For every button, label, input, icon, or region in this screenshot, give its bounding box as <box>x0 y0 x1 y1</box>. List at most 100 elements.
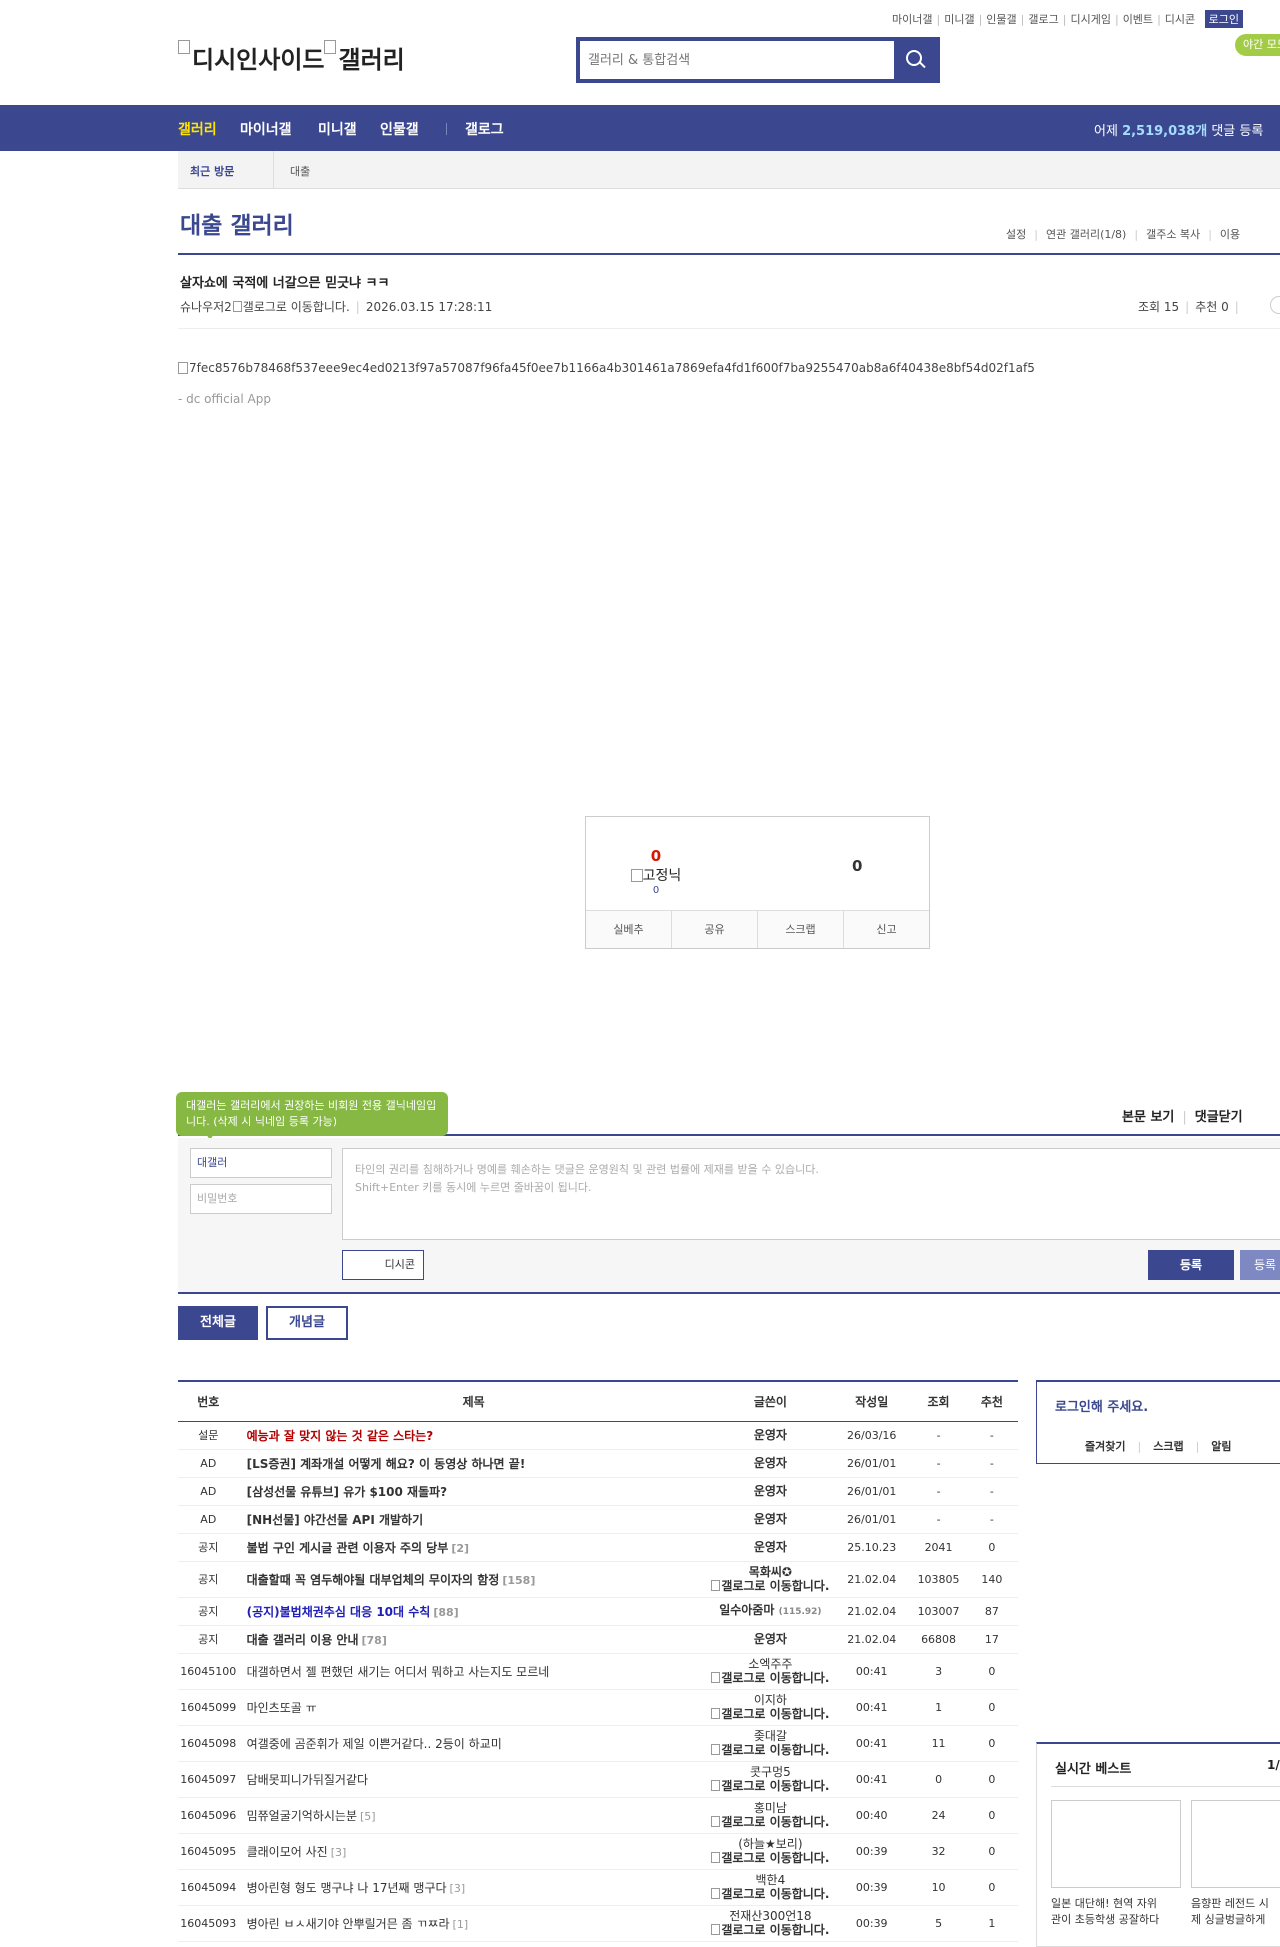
gallery-usage[interactable]: 이용 <box>1220 228 1240 241</box>
table-row[interactable]: 공지 대출할때 꼭 염두해야될 대부업체의 무이자의 함정 [158] 목화씨✪ 갤로그… <box>178 1561 1018 1598</box>
nav-person[interactable]: 인물갤 <box>380 119 419 139</box>
writer-gallog-link[interactable]: 갤로그로 이동합니다. <box>709 1815 832 1829</box>
recommend-down-count[interactable]: 0 <box>852 857 862 875</box>
table-row[interactable]: 16045095 클래이모어 사진 [3] (하늘★보리) 갤로그로 이동합니다. 00:… <box>178 1833 1018 1870</box>
row-reply-count[interactable]: [2] <box>451 1542 469 1555</box>
row-subject[interactable]: [NH선물] 야간선물 API 개발하기 <box>238 1505 709 1534</box>
row-subject-text[interactable]: (공지)불법채권추심 대응 10대 수칙 <box>247 1605 431 1619</box>
row-subject-text[interactable]: 담배못피니가뒤질거같다 <box>247 1773 368 1787</box>
writer-nick[interactable]: 운영자 <box>754 1632 787 1646</box>
recent-visit-link[interactable]: 대출 <box>290 163 310 179</box>
nav-mini[interactable]: 미니갤 <box>318 119 357 139</box>
writer-gallog-link[interactable]: 갤로그로 이동합니다. <box>709 1923 832 1937</box>
writer-nick[interactable]: 백한4 <box>756 1873 786 1887</box>
writer-nick[interactable]: (하늘★보리) <box>738 1837 802 1851</box>
writer-gallog-link[interactable]: 갤로그로 이동합니다. <box>709 1707 832 1721</box>
nickname-field[interactable]: 대갤러 <box>190 1148 332 1178</box>
table-row[interactable]: 공지 (공지)불법채권추심 대응 10대 수칙 [88] 일수아줌마 (115.92)… <box>178 1597 1018 1626</box>
best-thumbnail[interactable] <box>1191 1800 1280 1888</box>
util-link-mini[interactable]: 미니갤 <box>944 13 974 26</box>
close-comments-link[interactable]: 댓글닫기 <box>1195 1110 1243 1125</box>
writer-nick[interactable]: 전재산300언18 <box>729 1909 811 1923</box>
post-writer[interactable]: 슈나우저2 <box>180 300 232 314</box>
row-reply-count[interactable]: [158] <box>502 1574 535 1587</box>
favorites-link[interactable]: 즐겨찾기 <box>1085 1440 1125 1453</box>
writer-nick[interactable]: 이지하 <box>754 1693 787 1707</box>
row-subject-text[interactable]: 대출 갤러리 이용 안내 <box>247 1633 359 1647</box>
writer-gallog-link[interactable]: 갤로그로 이동합니다. <box>709 1579 832 1593</box>
row-subject[interactable]: 마인츠또골 ㅠ <box>238 1689 709 1726</box>
row-reply-count[interactable]: [1] <box>453 1918 469 1931</box>
row-subject-text[interactable]: 예능과 잘 맞지 않는 것 같은 스타는? <box>247 1429 434 1443</box>
row-subject[interactable]: 예능과 잘 맞지 않는 것 같은 스타는? <box>238 1421 709 1450</box>
row-subject-text[interactable]: 병아린형 형도 맹구냐 나 17년째 맹구다 <box>247 1881 447 1895</box>
copy-gallery-url[interactable]: 갤주소 복사 <box>1146 228 1200 241</box>
share-icon[interactable] <box>1270 296 1280 314</box>
row-subject-text[interactable]: 대갤하면서 젤 편했던 새기는 어디서 뭐하고 사는지도 모르네 <box>247 1665 550 1679</box>
related-gallery[interactable]: 연관 갤러리(1/8) <box>1046 228 1126 241</box>
tab-concept-posts[interactable]: 개념글 <box>266 1306 348 1340</box>
row-reply-count[interactable]: [5] <box>360 1810 376 1823</box>
report-button[interactable]: 신고 <box>844 911 929 948</box>
search-input[interactable] <box>580 41 890 79</box>
row-subject[interactable]: 대출할때 꼭 염두해야될 대부업체의 무이자의 함정 [158] <box>238 1561 709 1598</box>
row-subject[interactable]: [삼성선물 유튜브] 유가 $100 재돌파? <box>238 1477 709 1506</box>
comment-submit-recommend-button[interactable]: 등록 <box>1240 1250 1280 1280</box>
writer-nick[interactable]: 운영자 <box>754 1512 787 1526</box>
writer-nick[interactable]: 운영자 <box>754 1540 787 1554</box>
login-prompt[interactable]: 로그인해 주세요. <box>1055 1396 1148 1415</box>
row-subject[interactable]: [LS증권] 계좌개설 어떻게 해요? 이 동영상 하나면 끝! <box>238 1449 709 1478</box>
writer-nick[interactable]: 운영자 <box>754 1456 787 1470</box>
row-subject[interactable]: 밈쮸얼굴기억하시는분 [5] <box>238 1797 709 1834</box>
login-button[interactable]: 로그인 <box>1204 10 1244 28</box>
share-button[interactable]: 공유 <box>672 911 758 948</box>
nav-gallery[interactable]: 갤러리 <box>178 119 217 139</box>
view-post-link[interactable]: 본문 보기 <box>1122 1110 1174 1125</box>
row-subject[interactable]: 클래이모어 사진 [3] <box>238 1833 709 1870</box>
best-caption[interactable]: 음향판 레전드 시 제 싱글벙글하게 <box>1191 1896 1280 1928</box>
row-subject-text[interactable]: [삼성선물 유튜브] 유가 $100 재돌파? <box>247 1485 448 1499</box>
row-subject-text[interactable]: 대출할때 꼭 염두해야될 대부업체의 무이자의 함정 <box>247 1573 500 1587</box>
table-row[interactable]: AD [NH선물] 야간선물 API 개발하기 운영자 26/01/01- - <box>178 1505 1018 1534</box>
writer-gallog-link[interactable]: 갤로그로 이동합니다. <box>709 1671 832 1685</box>
row-subject-text[interactable]: 클래이모어 사진 <box>247 1845 328 1859</box>
writer-nick[interactable]: 좆대갈 <box>754 1729 787 1743</box>
table-row[interactable]: 16045097 담배못피니가뒤질거같다 콧구멍5 갤로그로 이동합니다. 00:41 0… <box>178 1761 1018 1798</box>
tab-all-posts[interactable]: 전체글 <box>178 1306 258 1340</box>
row-subject[interactable]: 불법 구인 게시글 관련 이용자 주의 당부 [2] <box>238 1533 709 1562</box>
row-subject[interactable]: 병아린 ㅂㅅ새기야 안뿌릴거믄 좀 ㄲㅉ라 [1] <box>238 1905 709 1942</box>
writer-nick[interactable]: 홍미남 <box>754 1801 787 1815</box>
row-subject-text[interactable]: 마인츠또골 ㅠ <box>247 1701 317 1715</box>
table-row[interactable]: 16045099 마인츠또골 ㅠ 이지하 갤로그로 이동합니다. 00:41 1 0 <box>178 1689 1018 1726</box>
row-subject-text[interactable]: 불법 구인 게시글 관련 이용자 주의 당부 <box>247 1541 449 1555</box>
row-subject-text[interactable]: 여갤중에 곰준휘가 제일 이쁜거같다.. 2등이 하교미 <box>247 1737 502 1751</box>
site-logo[interactable]: 디시인사이드 갤러리 <box>178 40 405 75</box>
writer-gallog-link[interactable]: 갤로그로 이동합니다. <box>232 300 350 314</box>
row-subject[interactable]: 병아린형 형도 맹구냐 나 17년째 맹구다 [3] <box>238 1869 709 1906</box>
writer-nick[interactable]: 목화씨✪ <box>749 1565 792 1579</box>
row-subject-text[interactable]: [NH선물] 야간선물 API 개발하기 <box>247 1513 424 1527</box>
util-link-person[interactable]: 인물갤 <box>986 13 1016 26</box>
dccon-button[interactable]: 디시콘 <box>342 1250 424 1280</box>
row-subject-text[interactable]: [LS증권] 계좌개설 어떻게 해요? 이 동영상 하나면 끝! <box>247 1457 526 1471</box>
nav-gallog[interactable]: 갤로그 <box>465 119 504 139</box>
writer-nick[interactable]: 콧구멍5 <box>750 1765 791 1779</box>
writer-gallog-link[interactable]: 갤로그로 이동합니다. <box>709 1743 832 1757</box>
table-row[interactable]: 16045096 밈쮸얼굴기억하시는분 [5] 홍미남 갤로그로 이동합니다. 00:40… <box>178 1797 1018 1834</box>
util-link-event[interactable]: 이벤트 <box>1123 13 1153 26</box>
row-reply-count[interactable]: [3] <box>331 1846 347 1859</box>
row-subject[interactable]: (공지)불법채권추심 대응 10대 수칙 [88] <box>238 1597 709 1626</box>
table-row[interactable]: 16045098 여갤중에 곰준휘가 제일 이쁜거같다.. 2등이 하교미 좆대갈 갤… <box>178 1725 1018 1762</box>
table-row[interactable]: 16045094 병아린형 형도 맹구냐 나 17년째 맹구다 [3] 백한4 갤로그로… <box>178 1869 1018 1906</box>
util-link-game[interactable]: 디시게임 <box>1070 13 1110 26</box>
table-row[interactable]: AD [삼성선물 유튜브] 유가 $100 재돌파? 운영자 26/01/01- - <box>178 1477 1018 1506</box>
row-subject[interactable]: 담배못피니가뒤질거같다 <box>238 1761 709 1798</box>
notification-link[interactable]: 알림 <box>1211 1440 1231 1453</box>
row-subject[interactable]: 대갤하면서 젤 편했던 새기는 어디서 뭐하고 사는지도 모르네 <box>238 1653 709 1690</box>
util-link-gallog[interactable]: 갤로그 <box>1028 13 1058 26</box>
scrap-button[interactable]: 스크랩 <box>758 911 844 948</box>
writer-gallog-link[interactable]: 갤로그로 이동합니다. <box>709 1779 832 1793</box>
comment-textarea[interactable]: 타인의 권리를 침해하거나 명예를 훼손하는 댓글은 운영원칙 및 관련 법률에… <box>342 1148 1280 1240</box>
row-reply-count[interactable]: [78] <box>362 1634 387 1647</box>
table-row[interactable]: 16045093 병아린 ㅂㅅ새기야 안뿌릴거믄 좀 ㄲㅉ라 [1] 전재산300언1… <box>178 1905 1018 1942</box>
